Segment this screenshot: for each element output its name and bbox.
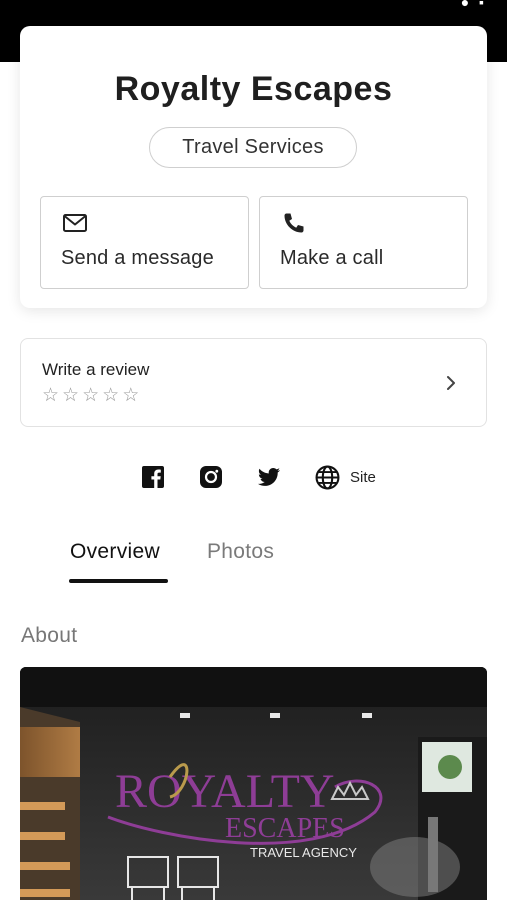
social-links: Site bbox=[140, 462, 376, 492]
star-icon[interactable]: ☆ bbox=[102, 386, 119, 405]
write-review-card[interactable]: Write a review ☆ ☆ ☆ ☆ ☆ bbox=[20, 338, 487, 427]
facebook-icon[interactable] bbox=[140, 464, 166, 490]
twitter-icon[interactable] bbox=[256, 464, 282, 490]
about-photo: ROYALTY ESCAPES TRAVEL AGENCY bbox=[20, 667, 487, 900]
active-tab-indicator bbox=[69, 579, 168, 583]
star-icon[interactable]: ☆ bbox=[82, 386, 99, 405]
tab-photos[interactable]: Photos bbox=[207, 540, 274, 564]
about-heading: About bbox=[21, 624, 78, 647]
send-message-button[interactable]: Send a message bbox=[40, 196, 249, 289]
star-icon[interactable]: ☆ bbox=[62, 386, 79, 405]
send-message-label: Send a message bbox=[61, 247, 214, 269]
star-icon[interactable]: ☆ bbox=[122, 386, 139, 405]
site-link[interactable]: Site bbox=[350, 469, 376, 486]
logo-text-agency: TRAVEL AGENCY bbox=[250, 845, 357, 860]
logo-text-escapes: ESCAPES bbox=[225, 813, 345, 844]
globe-icon[interactable] bbox=[314, 464, 340, 490]
star-icon[interactable]: ☆ bbox=[42, 386, 59, 405]
make-call-label: Make a call bbox=[280, 247, 384, 269]
tab-overview[interactable]: Overview bbox=[70, 540, 160, 564]
business-name: Royalty Escapes bbox=[114, 70, 393, 108]
business-header-card: Royalty Escapes Travel Services Send a m… bbox=[20, 26, 487, 308]
instagram-icon[interactable] bbox=[198, 464, 224, 490]
status-icons: ● ▪ bbox=[460, 0, 487, 10]
envelope-icon bbox=[63, 214, 87, 232]
office-interior-image: ROYALTY ESCAPES TRAVEL AGENCY bbox=[20, 667, 487, 900]
category-chip[interactable]: Travel Services bbox=[149, 127, 357, 168]
phone-icon bbox=[284, 213, 304, 233]
chevron-right-icon bbox=[447, 376, 455, 390]
write-review-label: Write a review bbox=[42, 360, 150, 379]
star-rating[interactable]: ☆ ☆ ☆ ☆ ☆ bbox=[42, 386, 139, 405]
make-call-button[interactable]: Make a call bbox=[259, 196, 468, 289]
logo-text-royalty: ROYALTY bbox=[115, 765, 335, 818]
content-tabs: Overview Photos bbox=[0, 538, 507, 586]
